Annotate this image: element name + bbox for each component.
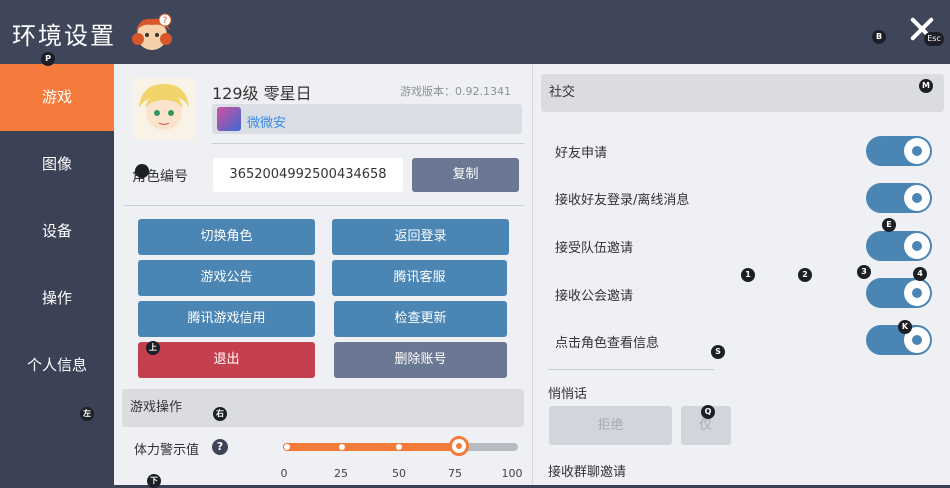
divider [124,205,524,206]
check-update-button[interactable]: 检查更新 [334,301,507,337]
hotkey-k-badge: K [898,320,912,334]
toggle-team-invite[interactable] [866,231,932,261]
slider-dot [284,444,290,450]
slider-tick: 75 [448,467,462,480]
hotkey-4-badge: 4 [913,267,927,281]
mascot-icon: ? [132,13,172,50]
hotkey-m-badge: M [919,79,933,93]
sidebar-item-game[interactable]: 游戏 [0,64,114,131]
top-bar: 环境设置 ? Esc B [0,0,950,64]
guild-icon [217,107,241,131]
hotkey-b-badge: B [872,30,886,44]
sidebar-item-device[interactable]: 设备 [0,198,114,265]
slider-tick: 50 [392,467,406,480]
copy-button[interactable]: 复制 [412,158,519,192]
close-hotkey-badge: Esc [924,32,944,46]
player-avatar [133,78,195,140]
social-label-friend-login: 接收好友登录/离线消息 [555,193,690,208]
hotkey-left-badge: 左 [80,407,94,421]
customer-service-button[interactable]: 腾讯客服 [332,260,507,296]
social-label-team-invite: 接受队伍邀请 [555,241,634,256]
back-login-button[interactable]: 返回登录 [332,219,509,255]
hotkey-down-badge: 下 [147,474,161,488]
sidebar: 游戏 图像 设备 操作 个人信息 [0,64,114,485]
hotkey-e-badge: E [882,218,896,232]
divider [212,143,524,144]
hotkey-y-badge [135,164,149,178]
role-id-field: 3652004992500434658 [213,158,403,192]
slider-fill [283,443,459,451]
social-label-view-info: 点击角色查看信息 [555,336,660,351]
hotkey-up-badge: 上 [146,341,160,355]
credit-button[interactable]: 腾讯游戏信用 [138,301,315,337]
toggle-friend-request[interactable] [866,136,932,166]
divider [548,369,714,370]
toggle-knob [904,138,930,164]
toggle-knob [904,185,930,211]
whisper-label: 悄悄话 [548,387,588,402]
stamina-slider[interactable] [283,436,518,456]
help-icon[interactable]: ? [212,439,228,455]
game-ops-header: 游戏操作 [122,389,524,427]
hotkey-3-badge: 3 [857,265,871,279]
toggle-knob [904,280,930,306]
group-chat-label: 接收群聊邀请 [548,465,627,480]
slider-tick: 0 [280,467,288,480]
sidebar-item-personal[interactable]: 个人信息 [0,332,114,399]
hotkey-1-badge: 1 [741,268,755,282]
hotkey-2-badge: 2 [798,268,812,282]
slider-dot [339,444,345,450]
delete-account-button[interactable]: 删除账号 [334,342,507,378]
hotkey-q-badge: Q [701,405,715,419]
social-header: 社交 [541,74,944,112]
column-divider [532,64,533,485]
slider-tick: 100 [501,467,523,480]
stamina-warning-label: 体力警示值 [134,443,200,458]
exit-button[interactable]: 退出 [138,342,315,378]
page-title: 环境设置 [12,22,116,50]
social-label-guild-invite: 接收公会邀请 [555,289,634,304]
game-version: 游戏版本：0.92.1341 [400,85,511,98]
toggle-guild-invite[interactable] [866,278,932,308]
sidebar-item-graphics[interactable]: 图像 [0,131,114,198]
hotkey-p-badge: P [41,52,55,66]
notice-button[interactable]: 游戏公告 [138,260,315,296]
toggle-friend-login[interactable] [866,183,932,213]
hotkey-right-badge: 右 [213,407,227,421]
toggle-knob [904,233,930,259]
hotkey-s-badge: S [711,345,725,359]
slider-tick: 25 [334,467,348,480]
social-label-friend-request: 好友申请 [555,146,608,161]
player-level-name: 129级 零星日 [212,84,312,103]
switch-role-button[interactable]: 切换角色 [138,219,315,255]
guild-name[interactable]: 微微安 [247,112,286,131]
sidebar-item-controls[interactable]: 操作 [0,265,114,332]
whisper-reject-button[interactable]: 拒绝 [549,406,672,445]
slider-handle[interactable] [449,436,469,456]
slider-dot [396,444,402,450]
svg-text:?: ? [163,16,168,26]
